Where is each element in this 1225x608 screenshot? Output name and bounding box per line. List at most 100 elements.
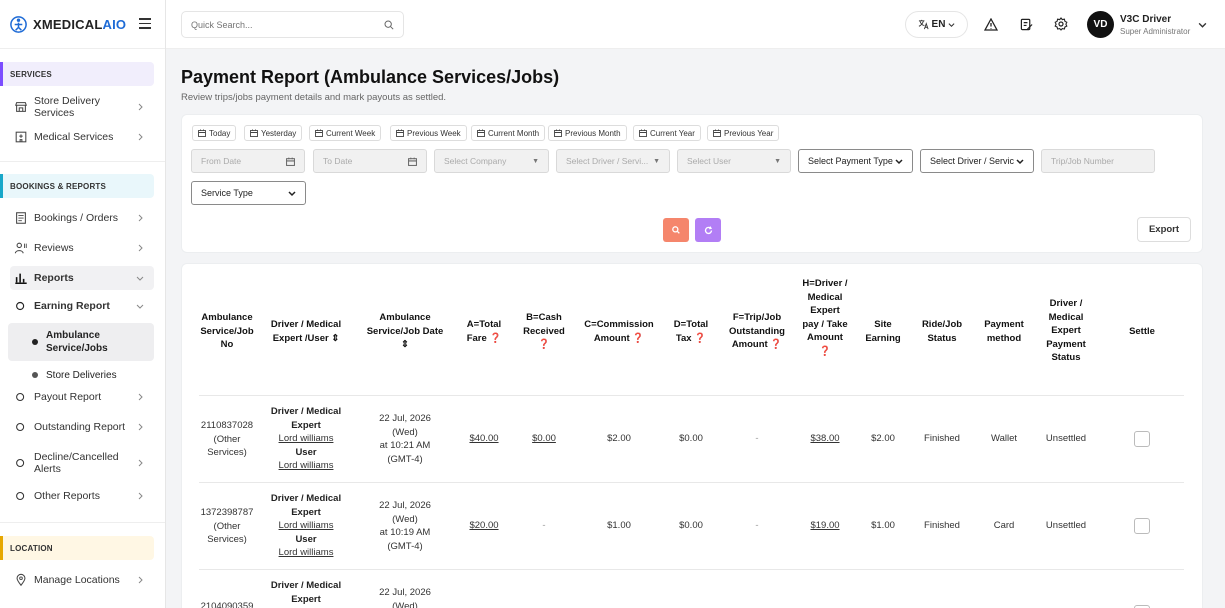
company-select[interactable]: Select Company ▼ — [434, 149, 549, 173]
settle-checkbox[interactable] — [1134, 431, 1150, 447]
sidebar-item-bookings-orders[interactable]: Bookings / Orders — [10, 210, 154, 226]
settle-checkbox[interactable] — [1134, 518, 1150, 534]
circle-icon — [16, 422, 25, 432]
bullet-icon — [32, 372, 38, 378]
help-icon[interactable]: ❓ — [489, 333, 501, 344]
calendar-icon — [286, 157, 295, 166]
col-header-no[interactable]: Ambulance Service/Job No — [197, 311, 257, 352]
chip-current-year[interactable]: Current Year — [633, 125, 701, 141]
help-icon[interactable]: ❓ — [632, 333, 644, 344]
chevron-down-icon — [136, 304, 144, 309]
sidebar-item-reviews[interactable]: Reviews — [10, 240, 154, 256]
chip-previous-year[interactable]: Previous Year — [707, 125, 780, 141]
help-icon[interactable]: ❓ — [694, 333, 706, 344]
sort-icon[interactable]: ⇕ — [401, 339, 409, 350]
chip-previous-week[interactable]: Previous Week — [390, 125, 467, 141]
col-header-cash: B=Cash Received ❓ — [523, 312, 565, 350]
brand[interactable]: XMEDICALAIO — [0, 0, 165, 49]
row-divider — [199, 482, 1184, 483]
notes-button[interactable] — [1015, 13, 1037, 35]
sort-icon[interactable]: ⇕ — [331, 333, 339, 344]
sidebar-item-payout-report[interactable]: Payout Report — [10, 389, 154, 405]
chip-today[interactable]: Today — [192, 125, 237, 141]
reset-button[interactable] — [695, 218, 721, 242]
user-name[interactable]: V3C Driver — [1120, 14, 1171, 25]
service-type-select[interactable]: Service Type — [191, 181, 306, 205]
search-icon[interactable] — [384, 20, 394, 30]
cell-driver-pay[interactable]: $19.00 — [810, 519, 839, 533]
cell-driver-user: Driver / Medical Expert Lord williams Us… — [266, 405, 346, 473]
user-role: Super Administrator — [1120, 27, 1191, 36]
cell-driver-pay[interactable]: $38.00 — [810, 432, 839, 446]
menu-toggle-icon[interactable] — [139, 18, 151, 32]
quick-search[interactable] — [181, 11, 404, 38]
sidebar-subitem-ambulance-jobs[interactable]: Ambulance Service/Jobs — [8, 323, 154, 361]
brand-name: XMEDICALAIO — [33, 16, 127, 32]
filter-panel: Today Yesterday Current Week Previous We… — [181, 114, 1203, 253]
sidebar-item-reports[interactable]: Reports — [10, 266, 154, 290]
avatar[interactable]: VD — [1087, 11, 1114, 38]
sidebar-item-outstanding-report[interactable]: Outstanding Report — [10, 419, 154, 435]
sidebar-item-manage-locations[interactable]: Manage Locations — [10, 572, 154, 588]
to-date-input[interactable]: To Date — [313, 149, 427, 173]
sidebar-item-store-delivery[interactable]: Store Delivery Services — [10, 95, 154, 119]
cell-site-earning: $1.00 — [871, 520, 895, 531]
cell-payment-status: Unsettled — [1045, 520, 1087, 531]
sidebar-item-earning-report[interactable]: Earning Report — [10, 294, 154, 318]
help-icon[interactable]: ❓ — [538, 339, 550, 350]
from-date-input[interactable]: From Date — [191, 149, 305, 173]
driver-link[interactable]: Lord williams — [266, 519, 346, 533]
col-header-settle: Settle — [1129, 326, 1155, 337]
chevron-right-icon — [138, 393, 143, 401]
col-header-driver[interactable]: Driver / Medical Expert /User ⇕ — [266, 318, 346, 345]
trip-number-input[interactable]: Trip/Job Number — [1041, 149, 1155, 173]
user-review-icon — [14, 242, 27, 254]
driver-service-select[interactable]: Select Driver / Servic — [920, 149, 1034, 173]
chevron-right-icon — [138, 103, 143, 111]
export-button[interactable]: Export — [1137, 217, 1191, 242]
chip-yesterday[interactable]: Yesterday — [244, 125, 303, 141]
driver-link[interactable]: Lord williams — [266, 432, 346, 446]
calendar-icon — [477, 129, 485, 137]
col-header-driver-pay: H=Driver / Medical Expert pay / Take Amo… — [802, 278, 848, 357]
user-link[interactable]: Lord williams — [266, 546, 346, 560]
user-select[interactable]: Select User ▼ — [677, 149, 791, 173]
chevron-down-icon[interactable] — [1198, 20, 1207, 29]
caret-down-icon: ▼ — [774, 157, 781, 165]
language-selector[interactable]: EN — [905, 11, 968, 38]
cell-total-fare[interactable]: $20.00 — [469, 519, 498, 533]
list-icon — [16, 212, 26, 224]
chevron-down-icon — [136, 276, 144, 281]
search-input[interactable] — [191, 19, 384, 30]
cell-cash[interactable]: $0.00 — [532, 432, 556, 446]
cell-job-no: 1372398787 (Other Services) — [200, 507, 254, 545]
col-header-site-earning: Site Earning — [865, 319, 901, 344]
sidebar-subitem-store-deliveries[interactable]: Store Deliveries — [8, 368, 154, 382]
settings-button[interactable] — [1050, 13, 1072, 35]
help-icon[interactable]: ❓ — [770, 339, 782, 350]
divider — [0, 522, 165, 523]
divider — [0, 161, 165, 162]
warning-icon — [984, 17, 998, 31]
cell-status: Finished — [924, 520, 960, 531]
chip-current-week[interactable]: Current Week — [309, 125, 382, 141]
caret-down-icon: ▼ — [532, 157, 539, 165]
chevron-right-icon — [138, 244, 143, 252]
driver-select[interactable]: Select Driver / Servi... ▼ — [556, 149, 670, 173]
sidebar-item-other-reports[interactable]: Other Reports — [10, 488, 154, 504]
calendar-icon — [250, 129, 258, 137]
payment-type-select[interactable]: Select Payment Type — [798, 149, 913, 173]
sidebar-item-medical-services[interactable]: Medical Services — [10, 129, 154, 145]
chip-previous-month[interactable]: Previous Month — [548, 125, 627, 141]
alert-button[interactable] — [980, 13, 1002, 35]
cell-total-fare[interactable]: $40.00 — [469, 432, 498, 446]
col-header-date[interactable]: Ambulance Service/Job Date ⇕ — [363, 311, 447, 352]
search-button[interactable] — [663, 218, 689, 242]
help-icon[interactable]: ❓ — [819, 346, 831, 357]
cell-driver-user: Driver / Medical Expert — [270, 580, 342, 605]
circle-icon — [16, 458, 25, 468]
cell-job-no: 2110837028 (Other Services) — [200, 420, 254, 458]
chip-current-month[interactable]: Current Month — [471, 125, 546, 141]
user-link[interactable]: Lord williams — [266, 459, 346, 473]
sidebar-item-decline-alerts[interactable]: Decline/Cancelled Alerts — [10, 449, 154, 477]
